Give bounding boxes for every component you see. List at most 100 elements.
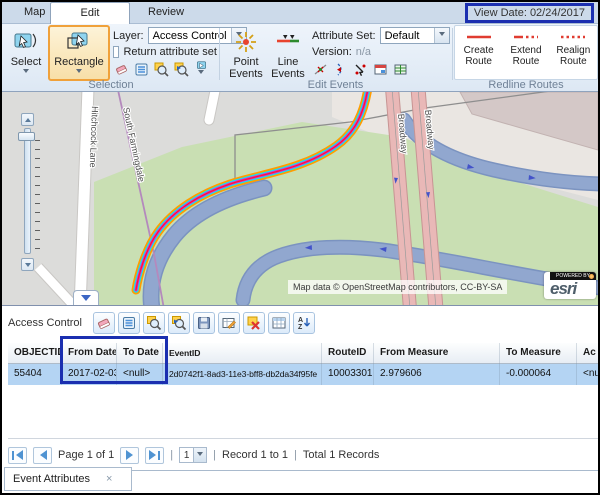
point-events-button[interactable]: Point Events [226,26,266,81]
last-page-button[interactable] [145,447,164,464]
page-status: Page 1 of 1 [58,449,114,461]
zoom-to-selection-icon[interactable] [153,61,169,77]
panel-collapse-tab[interactable] [73,290,99,305]
next-page-button[interactable] [120,447,139,464]
column-header[interactable]: From Date [62,343,117,364]
map-graphics: Hitchcock Lane South Farmingdale Broadwa… [2,92,598,305]
prev-page-button[interactable] [33,447,52,464]
close-tab-icon[interactable]: × [106,473,112,485]
return-attribute-set-checkbox[interactable] [113,46,119,58]
realign-route-button[interactable]: Realign Route [550,26,597,79]
version-value: n/a [356,46,371,58]
top-tab-bar: Map Edit Review View Date: 02/24/2017 [2,2,598,24]
group-label-edit-events: Edit Events [220,79,451,91]
split-event-icon[interactable] [312,61,328,77]
view-date-callout: View Date: 02/24/2017 [465,3,594,23]
record-status: Record 1 to 1 [222,449,288,461]
tab-review[interactable]: Review [134,2,198,24]
table-cell[interactable]: -0.000064 [500,364,577,385]
return-attribute-set-label: Return attribute set [123,46,217,58]
column-header[interactable]: From Measure [374,343,500,364]
clear-selection-icon [96,315,112,331]
edit-records-icon [221,315,237,331]
merge-event-icon[interactable] [332,61,348,77]
extend-route-label: Extend Route [502,45,549,67]
attribute-set-label: Attribute Set: [312,30,376,42]
attribute-grid: OBJECTIDFrom DateTo DateEventIDRouteIDFr… [8,343,598,439]
zoom-out-button[interactable] [21,258,34,271]
zoom-slider-track[interactable] [24,128,31,254]
svg-text:Z: Z [298,324,303,331]
tab-event-attributes[interactable]: Event Attributes × [4,467,132,491]
column-header[interactable]: Ac [577,343,598,364]
table-cell[interactable]: 10003301 [322,364,374,385]
tab-event-attributes-label: Event Attributes [13,473,90,485]
version-label: Version: [312,46,352,58]
attribute-set-value: Default [381,28,434,43]
zoom-out-icon [25,263,31,270]
zoom-in-button[interactable] [21,113,34,126]
layer-label: Layer: [113,30,144,42]
zoom-slider-handle[interactable] [18,132,35,141]
sort-button[interactable]: AZ [293,312,315,334]
attribute-table-button[interactable] [268,312,290,334]
grid-selected-row[interactable]: 554042017-02-03<null>2d0742f1-8ad3-11e3-… [8,364,598,385]
attribute-set-dropdown[interactable]: Default [380,27,450,44]
show-table-button[interactable] [118,312,140,334]
eraser-icon[interactable] [113,61,129,77]
rectangle-button[interactable]: Rectangle [48,25,110,81]
rectangle-label: Rectangle [54,56,104,68]
realign-route-icon [560,34,586,40]
edit-records-button[interactable] [218,312,240,334]
save-icon [196,315,212,331]
panel-toolbar: Access Control AZ [8,310,315,336]
column-header[interactable]: EventID [163,343,322,364]
delete-records-button[interactable] [243,312,265,334]
pan-to-selection-icon[interactable] [173,61,189,77]
extend-route-button[interactable]: Extend Route [502,26,549,79]
zoom-in-icon [25,115,31,122]
table-cell[interactable]: 2.979606 [374,364,500,385]
zoom-slider-ticks [35,140,40,250]
zoom-to-selection-button[interactable] [143,312,165,334]
pan-to-selection-button[interactable] [168,312,190,334]
column-header[interactable]: OBJECTID [8,343,62,364]
select-tool-icon [13,29,39,55]
table-cell[interactable]: <null> [117,364,163,385]
total-records-status: Total 1 Records [303,449,379,461]
tab-edit[interactable]: Edit [50,2,130,24]
group-redline-routes: Create Route Extend Route Realign Route … [454,24,598,92]
column-header[interactable]: To Date [117,343,163,364]
delete-records-icon [246,315,262,331]
map-canvas[interactable]: Hitchcock Lane South Farmingdale Broadwa… [2,92,598,305]
select-button[interactable]: Select [7,26,45,77]
line-events-button[interactable]: Line Events [268,26,308,81]
create-route-icon [466,34,492,40]
separator: | [170,449,173,461]
table-cell[interactable]: 2017-02-03 [62,364,117,385]
esri-logo: POWERED BY esri [544,272,596,299]
line-events-icon [275,29,301,55]
list-icon[interactable] [133,61,149,77]
point-events-label: Point Events [227,56,265,80]
tab-strip-line [132,470,598,471]
selection-options-icon[interactable] [193,61,209,77]
first-page-button[interactable] [8,447,27,464]
save-button[interactable] [193,312,215,334]
create-route-button[interactable]: Create Route [455,26,502,79]
rectangle-tool-icon [66,29,92,55]
clear-selection-button[interactable] [93,312,115,334]
event-form-icon[interactable] [372,61,388,77]
svg-text:A: A [298,317,303,324]
reassign-event-icon[interactable] [352,61,368,77]
table-cell[interactable]: 55404 [8,364,62,385]
event-table-icon[interactable] [392,61,408,77]
table-cell[interactable]: <null> [577,364,598,385]
bottom-tab-bar: Event Attributes × [2,465,598,493]
column-header[interactable]: To Measure [500,343,577,364]
attribute-set-caret-icon[interactable] [434,28,449,43]
esri-wordmark: esri [550,279,576,299]
column-header[interactable]: RouteID [322,343,374,364]
page-select[interactable]: 1 [179,447,207,463]
table-cell[interactable]: 2d0742f1-8ad3-11e3-bff8-db2da34f95fe [163,364,322,385]
